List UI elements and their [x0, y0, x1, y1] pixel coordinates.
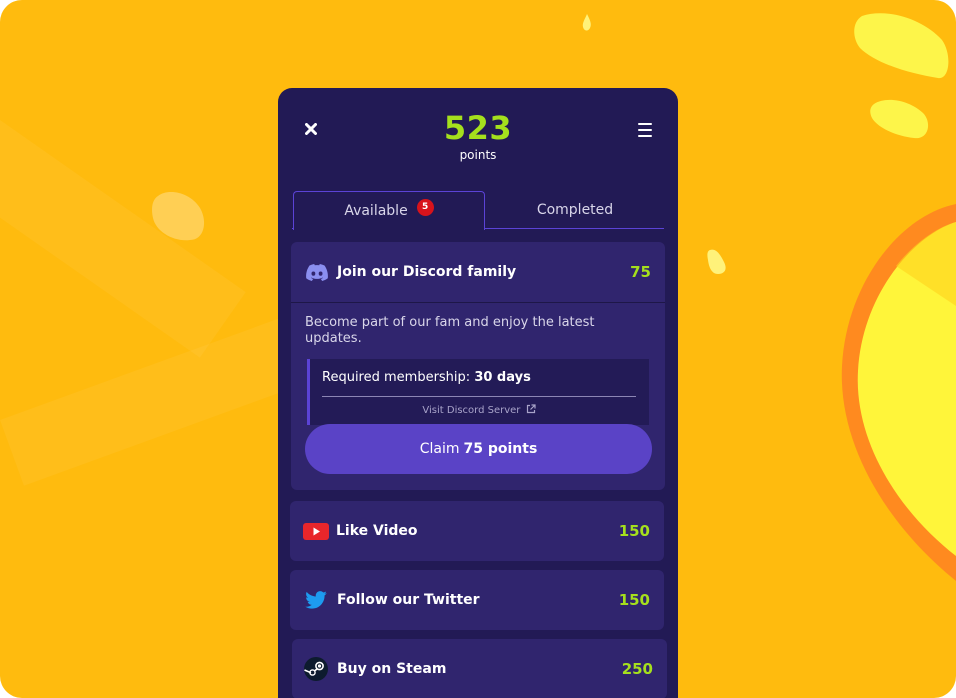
tab-available[interactable]: Available 5: [293, 191, 485, 230]
points-value: 523: [443, 109, 513, 147]
external-link-icon: [526, 404, 536, 414]
task-card-header[interactable]: Follow our Twitter 150: [290, 570, 664, 630]
app-background: 523 points Available 5 Completed Join ou…: [0, 0, 956, 698]
task-points: 75: [630, 263, 651, 281]
background-ray: [0, 120, 246, 358]
decor-blob-left: [152, 192, 205, 241]
task-card-discord: Join our Discord family 75 Become part o…: [291, 242, 665, 490]
task-title: Join our Discord family: [337, 264, 517, 280]
points-label: points: [459, 148, 497, 162]
rewards-panel: 523 points Available 5 Completed Join ou…: [278, 88, 678, 698]
youtube-icon: [303, 519, 329, 543]
discord-icon: [305, 260, 329, 284]
visit-link-label: Visit Discord Server: [422, 405, 521, 416]
decor-leaf-small: [870, 99, 929, 139]
requirement-text: Required membership: 30 days: [322, 369, 636, 387]
claim-points-button[interactable]: Claim 75 points: [305, 424, 652, 474]
decor-leaf-top-right: [854, 13, 949, 79]
task-description: Become part of our fam and enjoy the lat…: [305, 315, 595, 346]
task-points: 250: [621, 660, 653, 678]
task-card-youtube[interactable]: Like Video 150: [290, 501, 664, 561]
task-tabs: Available 5 Completed: [292, 191, 664, 230]
hamburger-icon-bar: [638, 135, 652, 137]
hamburger-icon-bar: [638, 123, 652, 125]
claim-amount: 75 points: [463, 441, 538, 457]
decor-drop-large: [841, 204, 956, 581]
task-card-twitter[interactable]: Follow our Twitter 150: [290, 570, 664, 630]
points-display: 523 points: [278, 108, 678, 162]
available-count-badge: 5: [416, 198, 434, 216]
requirement-value: 30 days: [474, 370, 531, 385]
requirement-separator: [322, 396, 636, 397]
task-title: Follow our Twitter: [337, 592, 480, 608]
task-card-header[interactable]: Join our Discord family 75: [291, 242, 665, 302]
task-card-header[interactable]: Like Video 150: [290, 501, 664, 561]
tab-available-label: Available: [344, 203, 408, 219]
tab-completed-label: Completed: [536, 202, 614, 218]
steam-icon: [304, 657, 328, 681]
claim-prefix: Claim: [419, 441, 460, 457]
requirement-box: Required membership: 30 days Visit Disco…: [307, 359, 649, 425]
task-title: Buy on Steam: [337, 661, 447, 677]
decor-drop-mid: [707, 249, 726, 274]
task-title: Like Video: [336, 523, 418, 539]
background-ray: [0, 310, 325, 486]
task-card-header[interactable]: Buy on Steam 250: [292, 639, 667, 698]
visit-discord-link[interactable]: Visit Discord Server: [322, 404, 636, 416]
task-points: 150: [618, 522, 650, 540]
hamburger-icon-bar: [638, 129, 652, 131]
menu-button[interactable]: [638, 123, 652, 137]
decor-drop-top: [582, 14, 591, 31]
requirement-label: Required membership:: [322, 370, 471, 385]
task-points: 150: [618, 591, 650, 609]
twitter-icon: [304, 588, 328, 612]
tab-completed[interactable]: Completed: [486, 191, 664, 229]
task-card-steam[interactable]: Buy on Steam 250: [292, 639, 667, 698]
